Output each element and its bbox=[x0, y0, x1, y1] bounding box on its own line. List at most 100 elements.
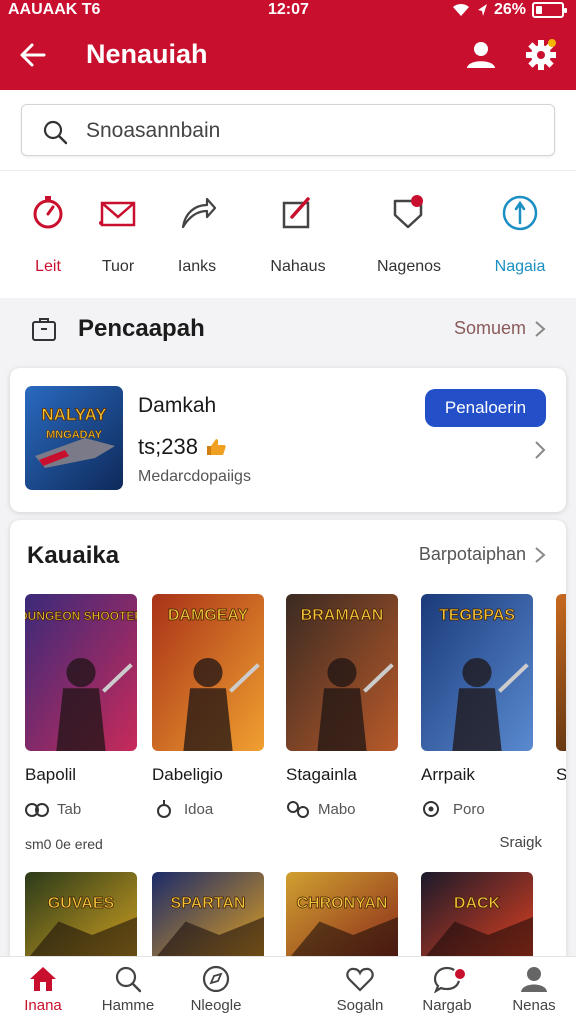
game-cover: DUNGEON SHOOTER bbox=[25, 594, 137, 751]
notification-badge bbox=[453, 967, 467, 981]
cover-title: DACK bbox=[454, 895, 501, 912]
game-title: Stagainla bbox=[286, 765, 357, 784]
catalog-footer-link[interactable]: Sraigk bbox=[499, 834, 542, 851]
game-tile[interactable]: BRAMAAN Stagainla Mabo bbox=[286, 594, 398, 819]
cover-art: BRAMAAN bbox=[286, 594, 398, 751]
quick-link-nahaus[interactable]: Nahaus bbox=[250, 193, 346, 276]
cover-art: DACK bbox=[421, 872, 533, 960]
see-all-label: Somuem bbox=[453, 318, 526, 338]
quick-link-nagaia[interactable]: Nagaia bbox=[472, 193, 568, 276]
status-bar: AAUAAK T6 12:07 26% bbox=[0, 0, 576, 24]
game-meta: Tab bbox=[25, 799, 137, 819]
game-tile[interactable]: TEGBPAS Arrpaik Poro bbox=[421, 594, 533, 819]
game-cover-row2[interactable]: SPARTAN bbox=[152, 872, 264, 960]
back-arrow-icon[interactable] bbox=[14, 36, 52, 74]
catalog-link-label: Barpotaiphan bbox=[418, 544, 526, 564]
gear-icon[interactable] bbox=[522, 36, 560, 74]
game-catalog: Kauaika Barpotaiphan DUNGEON SHOOTER Bap… bbox=[10, 520, 566, 960]
tab-explore[interactable]: Nleogle bbox=[166, 965, 266, 1014]
cover-title: SPARTAN bbox=[171, 895, 246, 912]
game-meta: Poro bbox=[421, 799, 533, 819]
search-input[interactable] bbox=[86, 115, 536, 147]
quick-link-label: Nagaia bbox=[494, 258, 546, 275]
game-title: Arrpaik bbox=[421, 765, 475, 784]
search-icon bbox=[115, 966, 142, 993]
catalog-see-all-link[interactable]: Barpotaiphan bbox=[419, 544, 546, 565]
thumbnail-subtitle: MNGADAY bbox=[46, 429, 102, 441]
search-icon bbox=[43, 120, 68, 145]
score-value: ts;238 bbox=[138, 434, 198, 459]
game-title: Bapolil bbox=[25, 765, 77, 784]
quick-link-ianks[interactable]: Ianks bbox=[149, 193, 245, 276]
game-tile-partial[interactable]: S bbox=[556, 594, 566, 785]
card-subtitle: Medarcdopaiigs bbox=[138, 468, 251, 485]
tab-label: Nenas bbox=[512, 997, 556, 1014]
search-section bbox=[0, 90, 576, 170]
achievement-header: Pencaapah Somuem bbox=[0, 298, 576, 360]
tab-label: Nleogle bbox=[190, 997, 242, 1014]
cover-art: CHRONYAN bbox=[286, 872, 398, 960]
game-meta-label: Tab bbox=[57, 800, 82, 818]
cover-title: GUVAES bbox=[48, 895, 115, 912]
tag-icon bbox=[393, 195, 423, 229]
card-title: Damkah bbox=[138, 394, 217, 417]
mail-icon bbox=[99, 201, 136, 227]
game-meta-label: Mabo bbox=[318, 800, 356, 818]
game-tile[interactable]: DUNGEON SHOOTER Bapolil Tab bbox=[25, 594, 137, 819]
user-icon[interactable] bbox=[462, 36, 500, 74]
card-score: ts;238 bbox=[138, 434, 228, 460]
game-meta-label: Idoa bbox=[184, 800, 214, 818]
wifi-icon bbox=[452, 3, 469, 17]
battery-icon bbox=[532, 2, 567, 18]
search-bar[interactable] bbox=[21, 104, 555, 156]
cover-art: DAMGEAY bbox=[152, 594, 264, 751]
tab-label: Hamme bbox=[101, 997, 155, 1014]
cover-art: DUNGEON SHOOTER bbox=[25, 594, 137, 751]
briefcase-icon bbox=[32, 318, 56, 341]
cover-title: CHRONYAN bbox=[297, 895, 388, 912]
controller-icon bbox=[25, 803, 49, 817]
home-icon bbox=[30, 967, 56, 991]
chevron-right-icon[interactable] bbox=[534, 440, 546, 460]
gamepad-icon bbox=[287, 801, 309, 818]
page-title: Nenauiah bbox=[86, 39, 208, 69]
game-cover-row2[interactable]: CHRONYAN bbox=[286, 872, 398, 960]
game-cover-row2[interactable]: GUVAES bbox=[25, 872, 137, 960]
compass-icon bbox=[202, 965, 230, 993]
game-thumbnail: NALYAY MNGADAY bbox=[25, 386, 123, 490]
heart-icon bbox=[346, 967, 374, 992]
clock: 12:07 bbox=[268, 1, 309, 18]
tab-profile[interactable]: Nenas bbox=[484, 965, 576, 1014]
chevron-right-icon bbox=[535, 320, 546, 337]
tab-search[interactable]: Hamme bbox=[78, 965, 178, 1014]
see-all-link[interactable]: Somuem bbox=[454, 318, 546, 339]
quick-links: Leit Tuor Ianks Nahaus Nagenos Nagaia bbox=[0, 170, 576, 298]
game-cover: TEGBPAS bbox=[421, 594, 533, 751]
quick-link-label: Ianks bbox=[177, 258, 217, 275]
carrier-label: AAUAAK T6 bbox=[8, 1, 101, 18]
cover-title: BRAMAAN bbox=[301, 607, 384, 624]
tab-messages[interactable]: Nargab bbox=[397, 965, 497, 1014]
game-meta-label: Poro bbox=[453, 800, 485, 818]
cover-art: TEGBPAS bbox=[421, 594, 533, 751]
nav-bar: Nenauiah bbox=[0, 30, 576, 80]
game-tile[interactable]: DAMGEAY Dabeligio Idoa bbox=[152, 594, 264, 819]
profile-icon bbox=[521, 967, 547, 992]
section-title: Pencaapah bbox=[78, 315, 205, 342]
game-cover-row2[interactable]: DACK bbox=[421, 872, 533, 960]
featured-game-card[interactable]: NALYAY MNGADAY Damkah ts;238 Medarcdopai… bbox=[10, 368, 566, 512]
game-title: Dabeligio bbox=[152, 765, 223, 784]
cover-art: GUVAES bbox=[25, 872, 137, 960]
quick-link-label: Nagenos bbox=[376, 258, 442, 275]
tab-favorites[interactable]: Sogaln bbox=[310, 965, 410, 1014]
location-arrow-icon bbox=[477, 4, 487, 16]
primary-action-button[interactable]: Penaloerin bbox=[425, 389, 546, 427]
battery-level bbox=[536, 6, 542, 14]
bottom-nav: Inana Hamme Nleogle Sogaln Nargab Nenas bbox=[0, 956, 576, 1024]
game-title: S bbox=[556, 765, 566, 784]
timer-icon bbox=[33, 196, 63, 229]
game-cover: DAMGEAY bbox=[152, 594, 264, 751]
app-screen: AAUAAK T6 12:07 26% Nenauiah Snoasannbai… bbox=[0, 0, 576, 1024]
console-icon bbox=[423, 801, 439, 817]
quick-link-nagenos[interactable]: Nagenos bbox=[361, 193, 457, 276]
